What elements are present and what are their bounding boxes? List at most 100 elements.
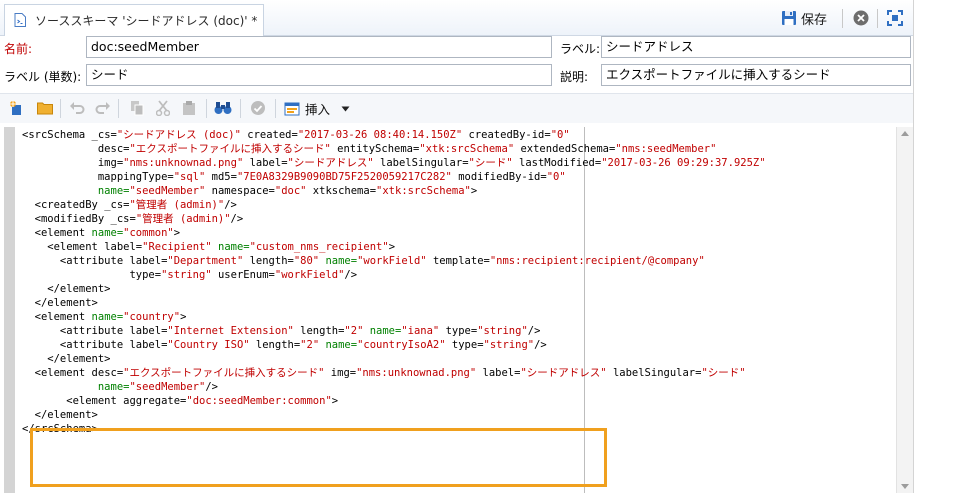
close-circle-icon[interactable] xyxy=(852,9,870,27)
code-line: <attribute label="Internet Extension" le… xyxy=(22,324,541,338)
code-token: "common" xyxy=(123,227,174,239)
code-token: extendedSchema= xyxy=(514,143,616,155)
code-token: _cs= xyxy=(104,199,130,211)
code-token: label= xyxy=(476,367,521,379)
code-token: </element> xyxy=(22,297,98,309)
scroll-up-icon[interactable] xyxy=(901,131,909,136)
code-token: > xyxy=(388,241,396,253)
vertical-scrollbar[interactable] xyxy=(896,127,913,493)
code-token: type= xyxy=(439,325,478,337)
code-token: length= xyxy=(249,339,301,351)
code-token: "管理者 (admin)" xyxy=(135,213,231,225)
copy-icon[interactable] xyxy=(128,99,146,117)
code-token: /> xyxy=(344,269,358,281)
code-token: labelSingular= xyxy=(606,367,702,379)
code-token: <createdBy xyxy=(22,199,105,211)
code-token: "workField" xyxy=(274,269,345,281)
code-token: </element> xyxy=(22,353,111,365)
code-token: "doc" xyxy=(274,185,307,197)
code-token: xtkschema= xyxy=(306,185,377,197)
code-token: lastModified= xyxy=(512,157,602,169)
code-token: "doc:seedMember:common" xyxy=(186,395,332,407)
code-token: "nms:seedMember" xyxy=(615,143,717,155)
code-token: "シード" xyxy=(468,157,513,169)
document-tab[interactable]: ソーススキーマ 'シードアドレス (doc)' * xyxy=(4,4,264,36)
code-token: /> xyxy=(527,325,541,337)
code-token: > xyxy=(331,395,339,407)
code-token: label= xyxy=(129,325,168,337)
undo-icon[interactable] xyxy=(68,99,86,117)
code-token: "エクスポートファイルに挿入するシード" xyxy=(123,367,325,379)
code-token: </element> xyxy=(22,409,98,421)
code-token: md5= xyxy=(205,171,237,183)
code-token: img= xyxy=(97,157,124,169)
cut-icon[interactable] xyxy=(154,99,172,117)
code-line: <srcSchema _cs="シードアドレス (doc)" created="… xyxy=(22,128,570,142)
code-line: </element> xyxy=(22,408,98,422)
code-token: "nms:unknownad.png" xyxy=(356,367,477,379)
name-field[interactable]: doc:seedMember xyxy=(86,36,552,58)
code-token: "nms:unknownad.png" xyxy=(123,157,244,169)
code-token: "Recipient" xyxy=(142,241,212,253)
scroll-down-icon[interactable] xyxy=(901,484,909,489)
code-token: type= xyxy=(129,269,162,281)
code-token: type= xyxy=(445,339,484,351)
editor-gutter xyxy=(4,127,15,493)
code-token: aggregate= xyxy=(123,395,187,407)
binoculars-icon[interactable] xyxy=(214,99,232,117)
code-line: <element desc="エクスポートファイルに挿入するシード" img="… xyxy=(22,366,746,380)
code-line: </element> xyxy=(22,296,98,310)
code-token: "0" xyxy=(546,171,566,183)
redo-icon[interactable] xyxy=(94,99,112,117)
open-folder-icon[interactable] xyxy=(36,99,54,117)
code-token: "Department" xyxy=(167,255,244,267)
code-line: <element aggregate="doc:seedMember:commo… xyxy=(22,394,338,408)
code-token: "80" xyxy=(293,255,320,267)
code-editor[interactable]: <srcSchema _cs="シードアドレス (doc)" created="… xyxy=(0,123,913,493)
code-token: "custom_nms_recipient" xyxy=(249,241,389,253)
new-schema-icon[interactable] xyxy=(8,99,26,117)
label-field[interactable]: シードアドレス xyxy=(601,36,911,58)
singular-label-field[interactable]: シード xyxy=(86,64,552,86)
save-button[interactable]: 保存 xyxy=(781,9,828,28)
code-token: "2" xyxy=(300,339,320,351)
fullscreen-icon[interactable] xyxy=(886,9,904,27)
singular-label: ラベル (単数): xyxy=(4,70,82,84)
insert-button[interactable]: 挿入 xyxy=(284,99,350,118)
code-token: /> xyxy=(205,381,218,393)
code-token: name= xyxy=(363,325,402,337)
name-label: 名前: xyxy=(4,42,33,56)
toolbar-separator xyxy=(118,99,119,118)
toolbar-separator xyxy=(275,99,276,118)
toolbar-separator xyxy=(60,99,61,118)
code-token: "シードアドレス (doc)" xyxy=(116,129,241,141)
code-token: > xyxy=(173,227,181,239)
code-token: <element xyxy=(22,395,124,407)
code-token: /> xyxy=(224,199,237,211)
code-line: </element> xyxy=(22,282,110,296)
description-field[interactable]: エクスポートファイルに挿入するシード xyxy=(601,64,911,86)
code-token: "管理者 (admin)" xyxy=(129,199,225,211)
code-token: "countryIsoA2" xyxy=(357,339,446,351)
check-icon[interactable] xyxy=(249,99,267,117)
code-token: /> xyxy=(534,339,547,351)
code-token: <attribute xyxy=(22,325,130,337)
save-label: 保存 xyxy=(801,12,828,28)
code-token: mappingType= xyxy=(97,171,174,183)
code-token: name= xyxy=(97,381,130,393)
paste-icon[interactable] xyxy=(180,99,198,117)
code-token: label= xyxy=(243,157,288,169)
code-token: "0" xyxy=(550,129,570,141)
code-token: /> xyxy=(230,213,244,225)
code-token: created= xyxy=(240,129,298,141)
tab-title: ソーススキーマ 'シードアドレス (doc)' * xyxy=(35,14,258,28)
source-schema-window: ソーススキーマ 'シードアドレス (doc)' * 保存 名前: doc:see… xyxy=(0,0,914,493)
schema-file-icon xyxy=(14,13,26,27)
code-token: createdBy-id= xyxy=(462,129,551,141)
code-token: "seedMember" xyxy=(129,185,206,197)
code-token: "エクスポートファイルに挿入するシード" xyxy=(129,143,331,155)
